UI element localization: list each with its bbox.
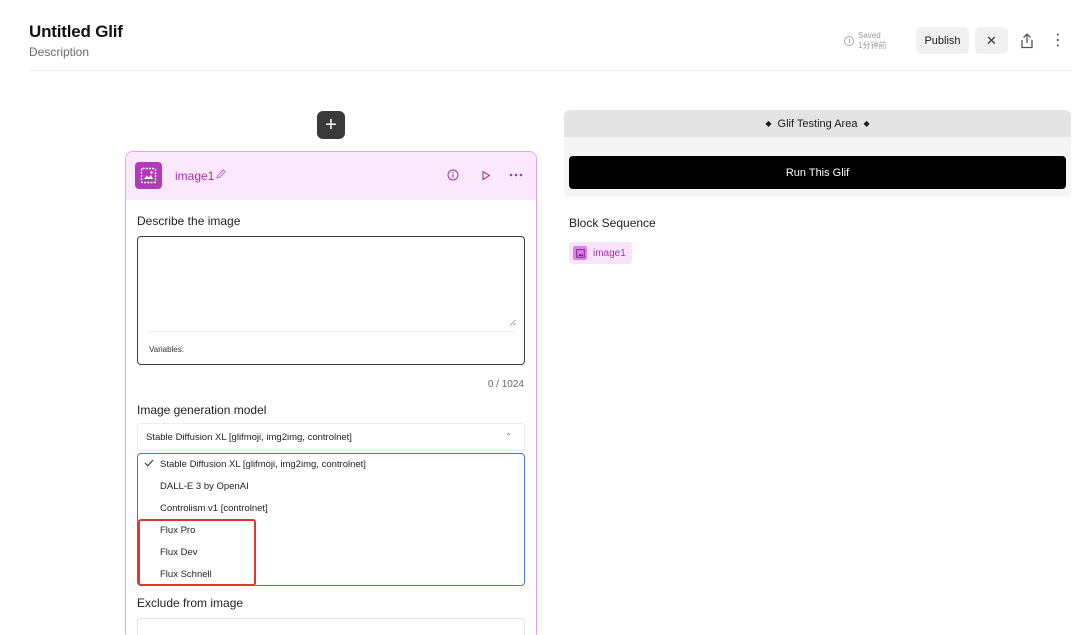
- run-glif-button[interactable]: Run This Glif: [569, 156, 1066, 189]
- save-status: Saved 1分钟前: [844, 31, 886, 51]
- block-sequence-title: Block Sequence: [569, 216, 656, 230]
- add-block-button[interactable]: +: [317, 111, 345, 139]
- page-description[interactable]: Description: [29, 45, 89, 59]
- clock-icon: [844, 36, 854, 46]
- image-block-icon: [573, 246, 587, 260]
- page-title[interactable]: Untitled Glif: [29, 22, 123, 42]
- app-header: Untitled Glif Description Saved 1分钟前 Pub…: [0, 0, 1080, 72]
- saved-label: Saved: [858, 31, 881, 40]
- prompt-textarea[interactable]: Variables:: [137, 236, 525, 365]
- close-icon: ✕: [986, 32, 997, 48]
- model-select[interactable]: Stable Diffusion XL [glifmoji, img2img, …: [137, 423, 525, 451]
- testing-area-title: Glif Testing Area: [777, 117, 858, 130]
- diamond-icon: ◆: [863, 119, 870, 128]
- image-block-icon: [135, 162, 162, 189]
- share-icon: [1021, 33, 1033, 49]
- sequence-item-label: image1: [593, 247, 626, 259]
- testing-area: ◆ Glif Testing Area ◆ Run This Glif: [564, 110, 1071, 197]
- ellipsis-icon: [509, 173, 523, 177]
- model-option[interactable]: DALL-E 3 by OpenAI: [160, 481, 249, 492]
- run-block-button[interactable]: [479, 168, 493, 182]
- prompt-label: Describe the image: [137, 214, 241, 228]
- block-name[interactable]: image1: [175, 169, 214, 183]
- chevron-up-icon: ⌃: [505, 432, 512, 441]
- share-button[interactable]: [1016, 30, 1038, 52]
- flux-options-highlight: [138, 519, 256, 586]
- model-option[interactable]: Stable Diffusion XL [glifmoji, img2img, …: [160, 459, 366, 470]
- info-button[interactable]: [446, 168, 460, 182]
- header-divider: [29, 70, 1072, 71]
- more-options-button[interactable]: ⋮: [1048, 30, 1068, 52]
- image-block-card: image1 Describe the image Variables: 0 /…: [125, 151, 537, 635]
- more-icon: ⋮: [1050, 32, 1066, 49]
- model-option[interactable]: Controlism v1 [controlnet]: [160, 503, 268, 514]
- exclude-input[interactable]: [137, 618, 525, 635]
- textarea-divider: [148, 331, 514, 332]
- char-count: 0 / 1024: [487, 379, 524, 390]
- sequence-item[interactable]: image1: [569, 242, 632, 264]
- diamond-icon: ◆: [765, 119, 772, 128]
- model-selected-value: Stable Diffusion XL [glifmoji, img2img, …: [146, 432, 352, 443]
- variables-label: Variables:: [149, 345, 184, 354]
- block-more-button[interactable]: [508, 168, 524, 182]
- plus-icon: +: [325, 113, 337, 136]
- block-header: image1: [126, 152, 536, 200]
- publish-button[interactable]: Publish: [916, 27, 969, 54]
- exclude-label: Exclude from image: [137, 596, 244, 610]
- info-icon: [447, 169, 459, 181]
- model-dropdown: Stable Diffusion XL [glifmoji, img2img, …: [137, 453, 525, 586]
- checkmark-icon: [144, 459, 154, 467]
- play-icon: [482, 170, 491, 180]
- close-button[interactable]: ✕: [975, 27, 1008, 54]
- testing-area-header: ◆ Glif Testing Area ◆: [564, 110, 1071, 137]
- model-label: Image generation model: [137, 403, 267, 417]
- resize-handle-icon[interactable]: [509, 319, 516, 326]
- saved-time: 1分钟前: [858, 41, 887, 50]
- edit-name-icon[interactable]: [215, 168, 227, 180]
